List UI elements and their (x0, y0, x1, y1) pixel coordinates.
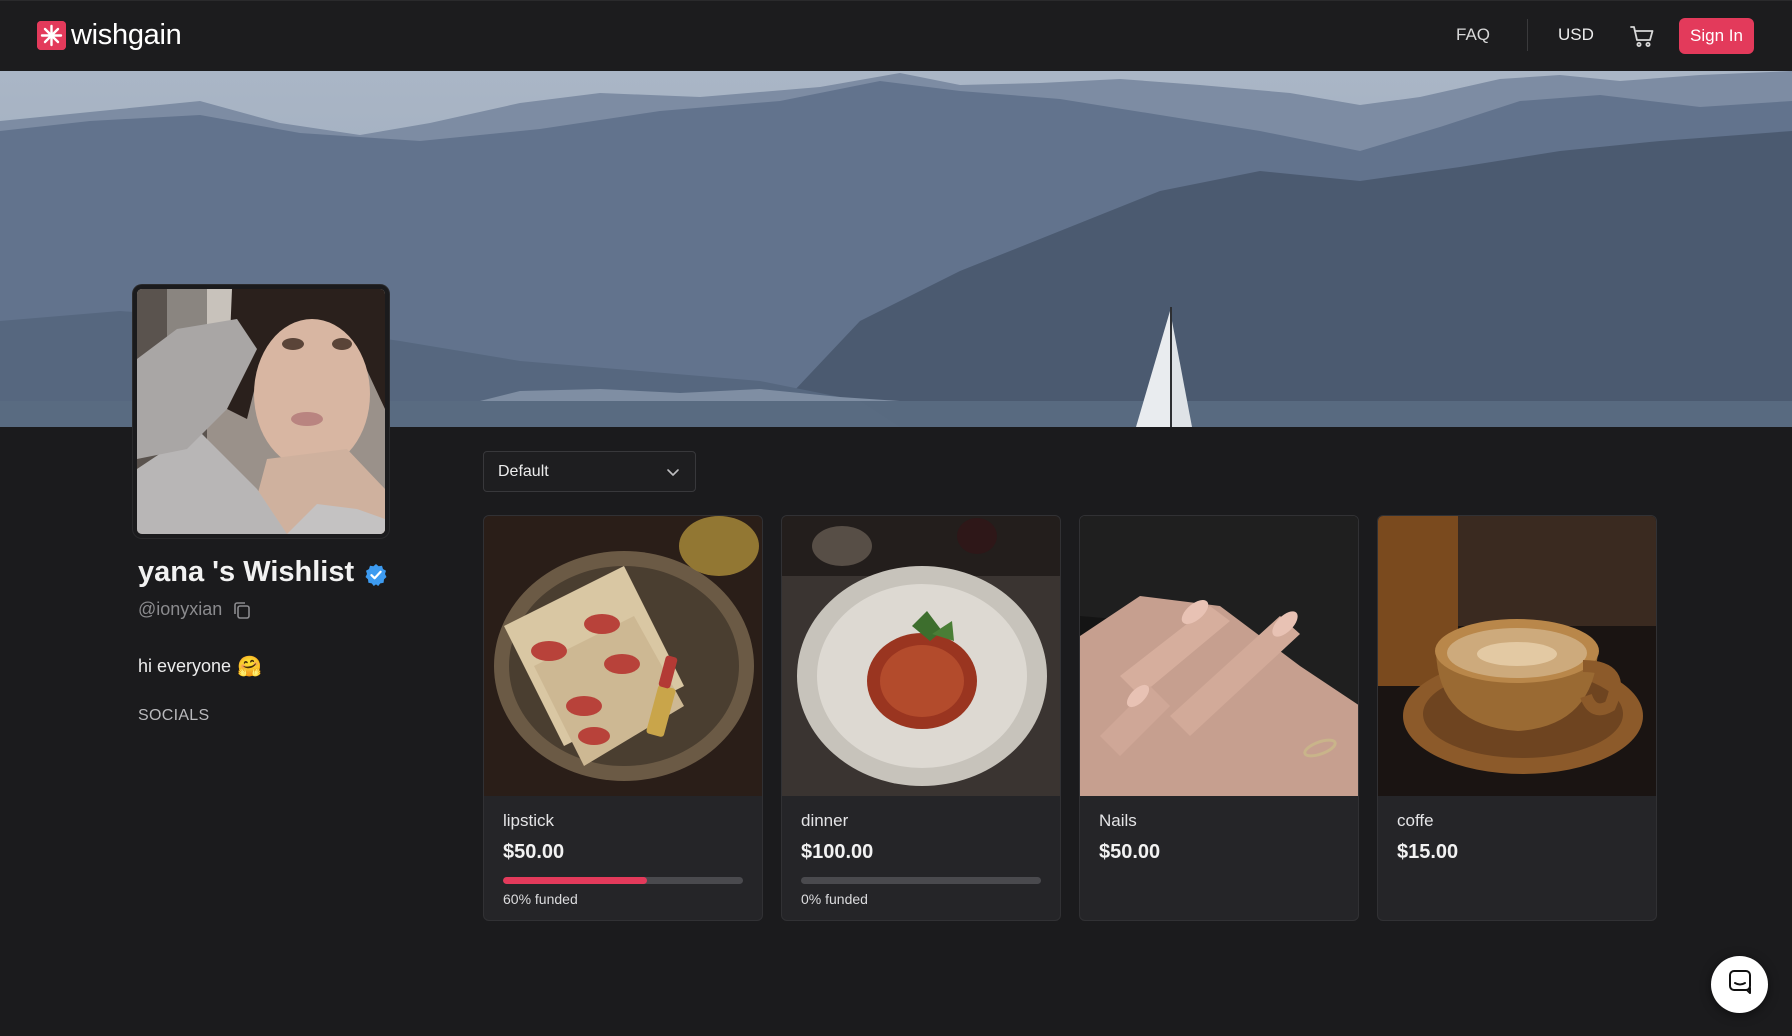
verified-badge-icon (364, 562, 388, 586)
chevron-down-icon (665, 464, 681, 480)
hugging-face-emoji: 🤗 (237, 656, 262, 678)
sign-in-button[interactable]: Sign In (1679, 18, 1754, 54)
funding-progress-fill (503, 877, 647, 884)
funded-text: 60% funded (503, 891, 578, 907)
profile-bio: hi everyone 🤗 (138, 654, 262, 679)
pasta-photo (782, 516, 1060, 796)
item-title: lipstick (503, 811, 555, 830)
item-price: $100.00 (801, 841, 874, 863)
funding-progress-bar (801, 877, 1041, 884)
funding-progress-bar (503, 877, 743, 884)
item-title: coffe (1397, 811, 1434, 830)
item-title: dinner (801, 811, 849, 830)
wishlist-title: yana 's Wishlist (138, 556, 388, 589)
faq-link[interactable]: FAQ (1456, 25, 1490, 45)
wishlist-item-card[interactable]: Nails $50.00 (1079, 515, 1359, 921)
wishlist-item-card[interactable]: coffe $15.00 (1377, 515, 1657, 921)
socials-label: SOCIALS (138, 707, 210, 724)
wishlist-item-card[interactable]: lipstick $50.00 60% funded (483, 515, 763, 921)
nav-divider (1527, 19, 1528, 51)
gift-logo-icon (37, 20, 66, 50)
wishlist-grid: lipstick $50.00 60% funded dinner $100.0… (483, 515, 1657, 921)
handle-text: @ionyxian (138, 599, 223, 619)
wishgain-logo[interactable]: wishgain (37, 18, 182, 52)
sort-value: Default (498, 462, 549, 480)
chat-bubble-icon (1727, 969, 1753, 1000)
wishlist-title-text: yana 's Wishlist (138, 556, 355, 588)
wishlist-item-card[interactable]: dinner $100.00 0% funded (781, 515, 1061, 921)
profile-handle: @ionyxian (138, 599, 252, 620)
coffee-photo (1378, 516, 1656, 796)
item-price: $15.00 (1397, 841, 1459, 863)
sort-dropdown[interactable]: Default (483, 451, 696, 492)
lipstick-photo (484, 516, 762, 796)
logo-text: wishgain (71, 18, 182, 51)
item-price: $50.00 (503, 841, 565, 863)
nails-photo (1080, 516, 1358, 796)
item-price: $50.00 (1099, 841, 1161, 863)
profile-avatar (133, 285, 389, 538)
funded-text: 0% funded (801, 891, 868, 907)
bio-text: hi everyone (138, 656, 232, 676)
copy-icon[interactable] (232, 600, 252, 620)
top-navigation: wishgain FAQ USD Sign In (0, 0, 1792, 71)
cart-icon[interactable] (1629, 23, 1655, 49)
chat-launcher-button[interactable] (1711, 956, 1768, 1013)
item-title: Nails (1099, 811, 1137, 830)
currency-selector[interactable]: USD (1558, 25, 1594, 45)
